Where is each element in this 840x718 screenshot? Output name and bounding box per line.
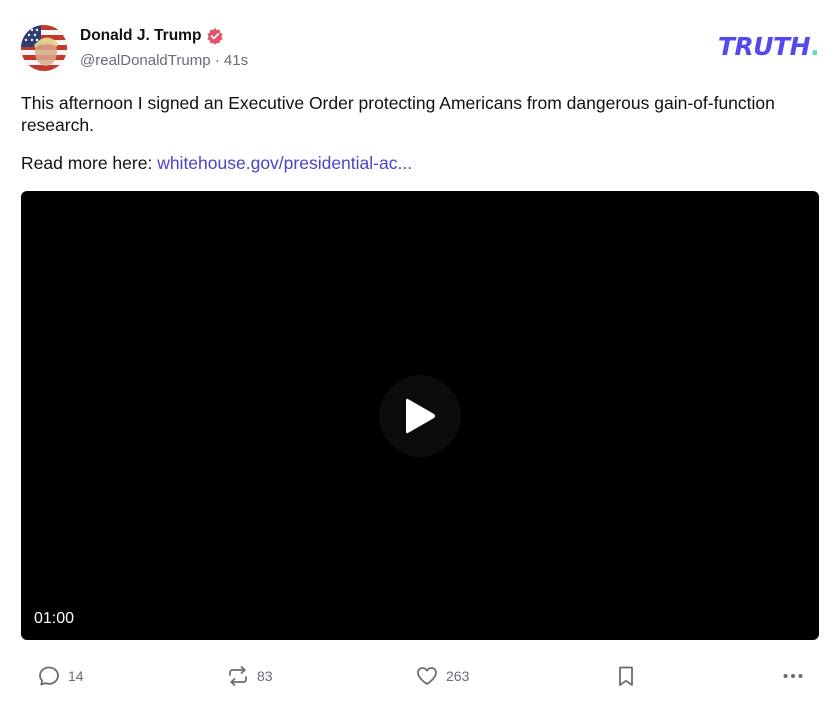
more-button[interactable] xyxy=(781,660,805,692)
play-icon xyxy=(406,398,435,434)
display-name[interactable]: Donald J. Trump xyxy=(80,27,201,45)
user-meta: Donald J. Trump @realDonaldTrump · 41s xyxy=(80,25,248,69)
reply-icon xyxy=(39,666,59,686)
avatar[interactable] xyxy=(21,25,67,71)
post-card: Donald J. Trump @realDonaldTrump · 41s T… xyxy=(0,0,840,718)
separator: · xyxy=(214,52,220,69)
truth-logo[interactable]: TRUTH. xyxy=(717,32,820,61)
name-row: Donald J. Trump xyxy=(80,26,248,46)
retruth-count: 83 xyxy=(257,668,273,684)
brand-text: TRUTH xyxy=(717,32,811,61)
more-icon xyxy=(783,674,803,678)
post-header: Donald J. Trump @realDonaldTrump · 41s xyxy=(21,25,248,71)
handle-row: @realDonaldTrump · 41s xyxy=(80,52,248,69)
post-paragraph: This afternoon I signed an Executive Ord… xyxy=(21,93,775,135)
like-icon xyxy=(417,667,437,685)
like-button[interactable]: 263 xyxy=(415,660,469,692)
action-bar: 14 83 263 xyxy=(0,660,840,692)
reply-count: 14 xyxy=(68,668,84,684)
whitehouse-link[interactable]: whitehouse.gov/presidential-ac... xyxy=(157,153,412,173)
brand-dot: . xyxy=(810,32,820,61)
video-duration: 01:00 xyxy=(34,610,75,627)
handle[interactable]: @realDonaldTrump xyxy=(80,52,211,69)
retruth-icon xyxy=(229,666,247,686)
timestamp[interactable]: 41s xyxy=(224,52,248,69)
like-count: 263 xyxy=(446,668,470,684)
reply-button[interactable]: 14 xyxy=(37,660,84,692)
bookmark-button[interactable] xyxy=(614,660,638,692)
bookmark-icon xyxy=(619,666,633,686)
retruth-button[interactable]: 83 xyxy=(226,660,273,692)
post-text: This afternoon I signed an Executive Ord… xyxy=(21,92,811,174)
verified-badge-icon xyxy=(206,27,224,45)
read-more-paragraph: Read more here: whitehouse.gov/president… xyxy=(21,152,811,174)
read-more-label: Read more here: xyxy=(21,153,158,173)
play-button[interactable] xyxy=(379,375,461,457)
video-player[interactable]: 01:00 xyxy=(21,191,819,640)
